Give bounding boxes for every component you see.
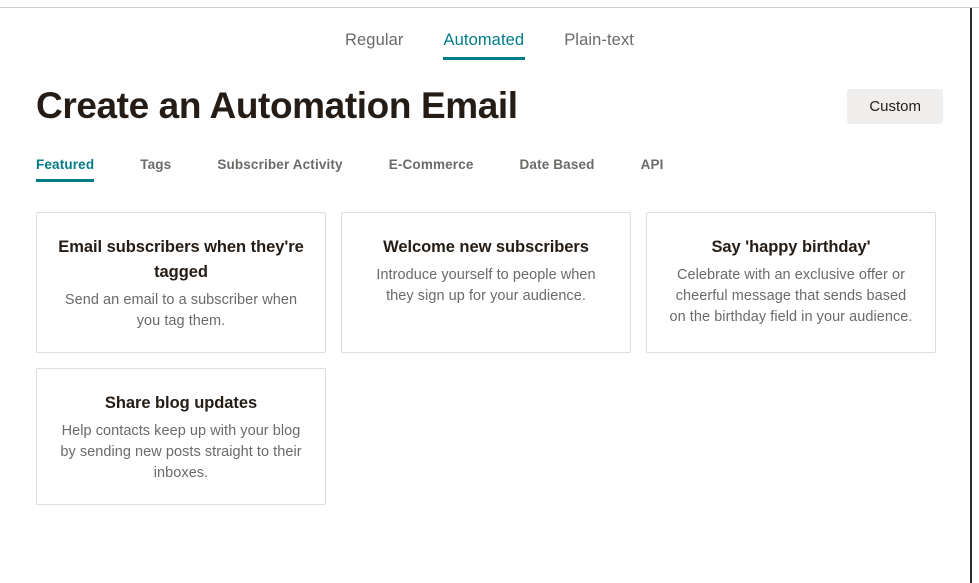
tab-regular[interactable]: Regular [344,30,404,60]
card-title: Say 'happy birthday' [711,238,871,256]
automation-card[interactable]: Welcome new subscribers Introduce yourse… [341,212,631,353]
page-title: Create an Automation Email [36,85,518,126]
tab-featured[interactable]: Featured [36,157,95,182]
automation-card[interactable]: Say 'happy birthday' Celebrate with an e… [646,212,936,353]
tab-tags[interactable]: Tags [140,157,171,182]
window-right-edge [970,8,972,583]
page-content: Create an Automation Email Custom Featur… [0,84,979,505]
card-description: Send an email to a subscriber when you t… [64,292,298,329]
app-window: Regular Automated Plain-text Create an A… [0,0,979,583]
card-description: Introduce yourself to people when they s… [376,267,596,304]
card-title: Share blog updates [104,394,258,412]
tab-subscriber-activity[interactable]: Subscriber Activity [217,157,342,182]
custom-button[interactable]: Custom [847,88,943,124]
card-title: Email subscribers when they're tagged [58,238,304,281]
automation-card-grid: Email subscribers when they're tagged Se… [36,212,943,505]
tab-automated[interactable]: Automated [442,30,526,60]
page-header: Create an Automation Email Custom [36,84,943,128]
card-description: Celebrate with an exclusive offer or che… [669,267,913,325]
tab-plain-text[interactable]: Plain-text [563,30,635,60]
top-chrome-bar [0,0,979,8]
email-type-tabs: Regular Automated Plain-text [0,8,979,60]
tab-api[interactable]: API [641,157,664,182]
card-title: Welcome new subscribers [383,238,589,256]
card-description: Help contacts keep up with your blog by … [60,423,302,481]
automation-card[interactable]: Email subscribers when they're tagged Se… [36,212,326,353]
automation-card[interactable]: Share blog updates Help contacts keep up… [36,368,326,505]
automation-category-tabs: Featured Tags Subscriber Activity E-Comm… [36,157,943,182]
tab-e-commerce[interactable]: E-Commerce [389,157,474,182]
tab-date-based[interactable]: Date Based [520,157,595,182]
